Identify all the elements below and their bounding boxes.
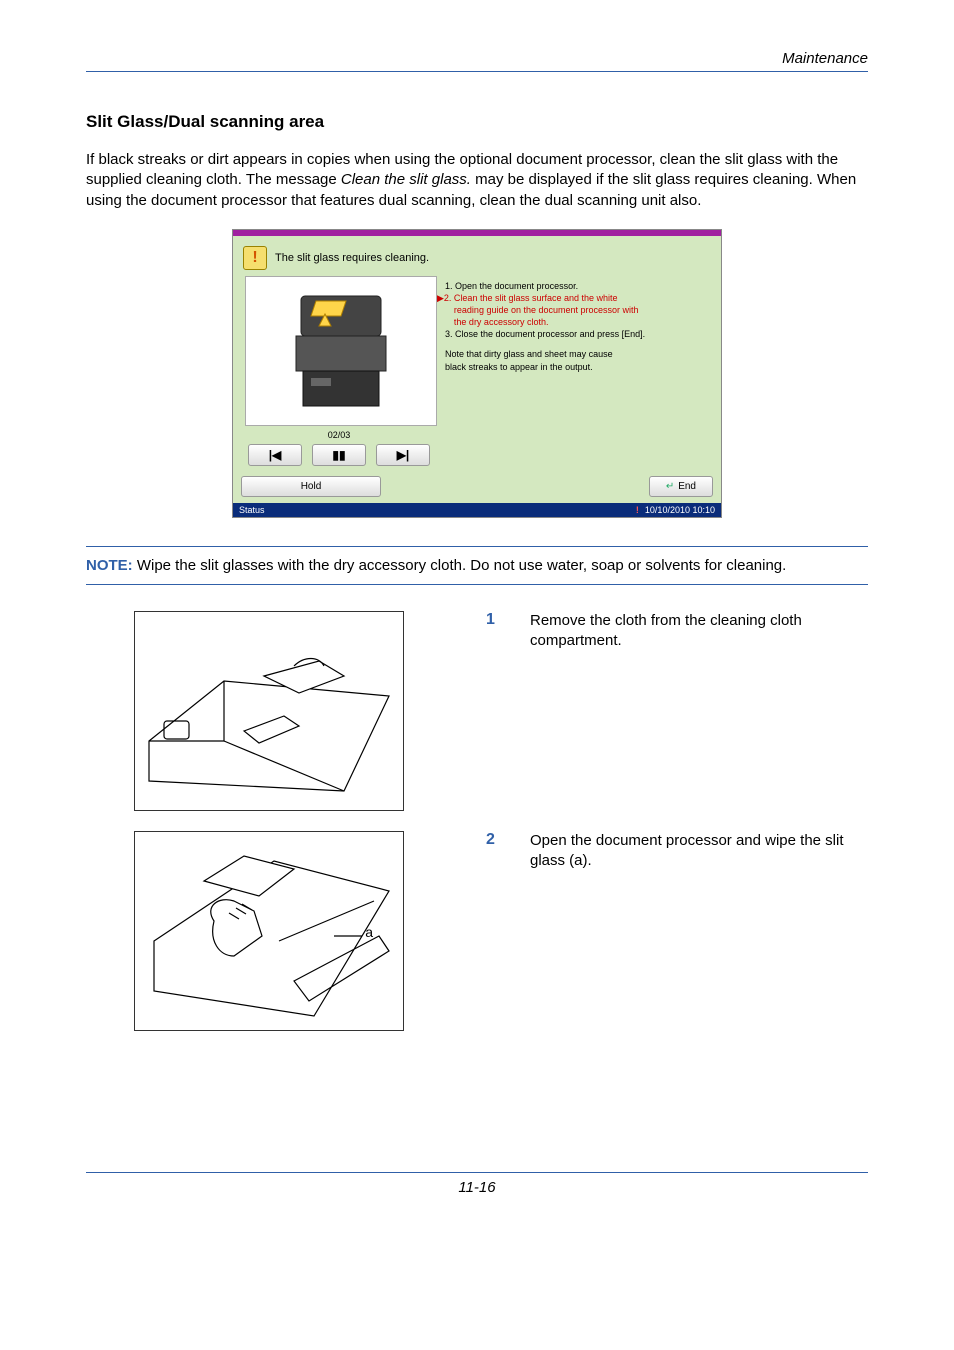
- screen-note-line2: black streaks to appear in the output.: [445, 361, 707, 373]
- step-1-number: 1: [486, 611, 504, 629]
- pause-button[interactable]: ▮▮: [312, 444, 366, 466]
- status-label: Status: [239, 505, 265, 515]
- skip-fwd-icon: ▶|: [397, 448, 410, 462]
- device-screen-mock: ! The slit glass requires cleaning.: [232, 229, 722, 518]
- cloth-compartment-illustration-icon: [144, 621, 394, 801]
- end-button[interactable]: ↵ End: [649, 476, 713, 497]
- screen-step-2-line2: reading guide on the document processor …: [444, 304, 639, 316]
- intro-italic: Clean the slit glass.: [341, 171, 471, 188]
- hold-button[interactable]: Hold: [241, 476, 381, 497]
- alert-mini-icon: !: [636, 505, 639, 515]
- hold-label: Hold: [301, 481, 322, 492]
- step-1-figure: [134, 611, 404, 811]
- step-1-text: Remove the cloth from the cleaning cloth…: [530, 611, 868, 652]
- status-bar: Status ! 10/10/2010 10:10: [233, 503, 721, 517]
- status-datetime: 10/10/2010 10:10: [645, 505, 715, 515]
- screen-step-2-line1: 2. Clean the slit glass surface and the …: [444, 292, 639, 304]
- skip-back-icon: |◀: [269, 448, 282, 462]
- page-footer: 11-16: [86, 1172, 868, 1196]
- callout-a: a: [365, 924, 373, 940]
- alert-icon: !: [243, 246, 267, 270]
- step-2-number: 2: [486, 831, 504, 849]
- end-label: End: [678, 481, 696, 492]
- section-title: Slit Glass/Dual scanning area: [86, 112, 868, 132]
- screen-message: The slit glass requires cleaning.: [275, 252, 429, 264]
- screen-step-3: 3. Close the document processor and pres…: [445, 328, 707, 340]
- step-2-figure: a: [134, 831, 404, 1031]
- printer-illustration-icon: [281, 286, 401, 416]
- screen-step-2-line3: the dry accessory cloth.: [444, 316, 639, 328]
- alert-glyph: !: [252, 249, 257, 267]
- pointer-icon: ▶: [437, 292, 444, 328]
- step-counter: 02/03: [239, 428, 439, 442]
- wipe-slit-glass-illustration-icon: [144, 841, 394, 1021]
- page-header: Maintenance: [86, 50, 868, 72]
- enter-icon: ↵: [666, 481, 674, 492]
- page-number: 11-16: [86, 1179, 868, 1196]
- intro-paragraph: If black streaks or dirt appears in copi…: [86, 150, 868, 211]
- next-button[interactable]: ▶|: [376, 444, 430, 466]
- screen-note-line1: Note that dirty glass and sheet may caus…: [445, 348, 707, 360]
- cleaning-diagram: [245, 276, 437, 426]
- prev-button[interactable]: |◀: [248, 444, 302, 466]
- screen-step-1: 1. Open the document processor.: [445, 280, 707, 292]
- note-text: Wipe the slit glasses with the dry acces…: [133, 557, 787, 574]
- note-label: NOTE:: [86, 557, 133, 574]
- pause-icon: ▮▮: [332, 448, 345, 462]
- step-2-row: a 2 Open the document processor and wipe…: [86, 831, 868, 1031]
- screen-instructions: 1. Open the document processor. ▶ 2. Cle…: [443, 276, 715, 472]
- step-2-text: Open the document processor and wipe the…: [530, 831, 868, 872]
- breadcrumb: Maintenance: [86, 50, 868, 67]
- note-block: NOTE: Wipe the slit glasses with the dry…: [86, 546, 868, 585]
- step-1-row: 1 Remove the cloth from the cleaning clo…: [86, 611, 868, 811]
